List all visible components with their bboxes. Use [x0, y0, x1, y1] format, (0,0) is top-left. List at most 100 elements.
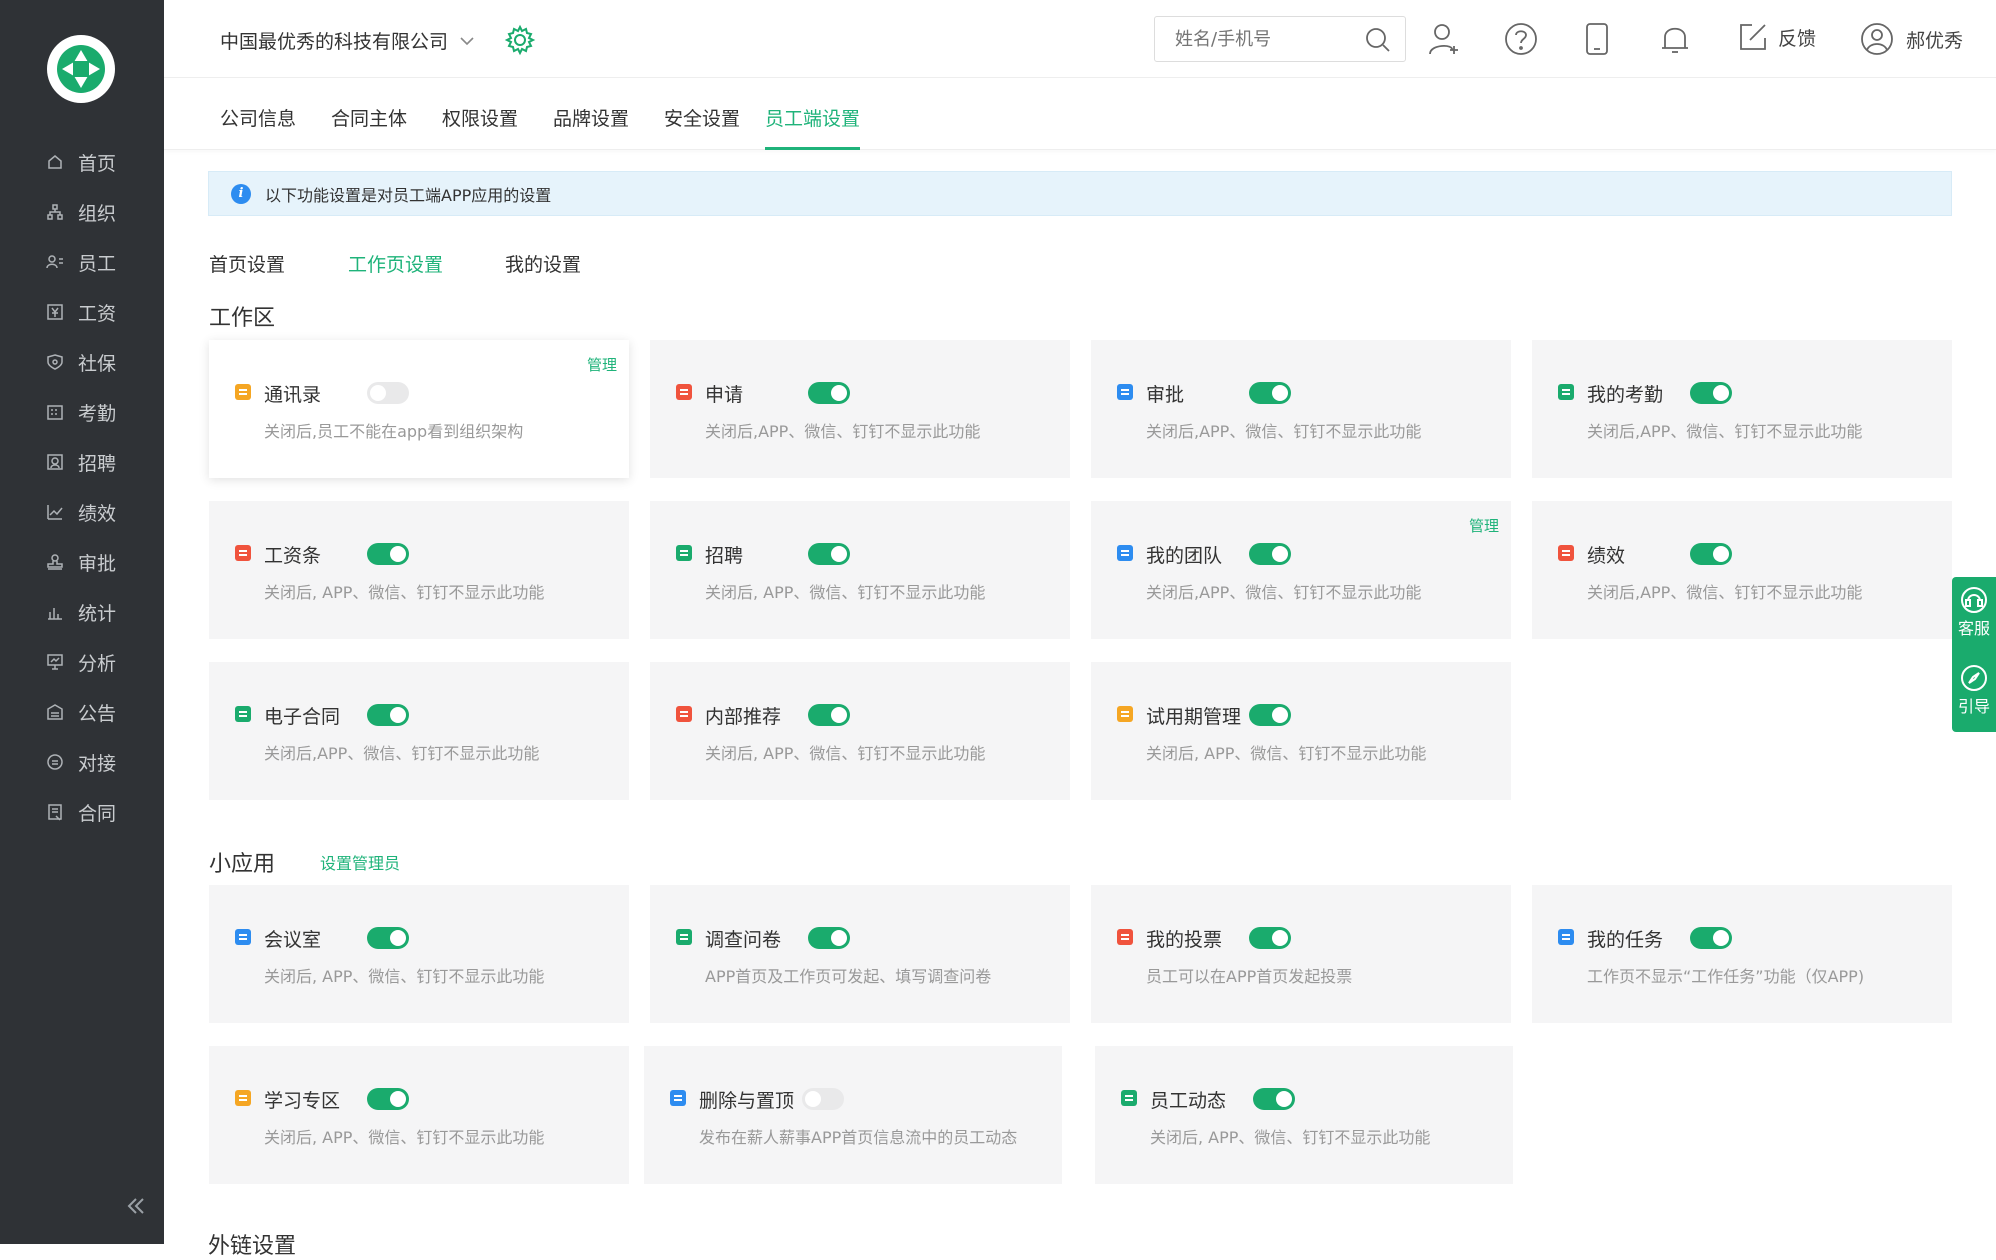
feature-toggle[interactable] [367, 704, 409, 726]
subtab-home-settings[interactable]: 首页设置 [209, 250, 285, 277]
mobile-icon[interactable] [1584, 22, 1610, 56]
tab-security[interactable]: 安全设置 [664, 104, 740, 150]
sidebar-item-2[interactable]: 组织 [0, 187, 164, 237]
set-admin-link[interactable]: 设置管理员 [320, 850, 400, 874]
feature-description: 关闭后, APP、微信、钉钉不显示此功能 [264, 1128, 545, 1147]
feature-description: 关闭后,APP、微信、钉钉不显示此功能 [1587, 583, 1863, 602]
tab-permissions[interactable]: 权限设置 [442, 104, 518, 150]
manage-link[interactable]: 管理 [1469, 515, 1499, 536]
customer-service-button[interactable]: 客服 [1952, 585, 1996, 639]
sidebar-item-14[interactable]: 合同 [0, 787, 164, 837]
user-add-icon[interactable] [1428, 22, 1460, 56]
feature-toggle[interactable] [367, 543, 409, 565]
shield-icon [47, 354, 63, 370]
feature-toggle[interactable] [808, 382, 850, 404]
tab-contract-entity[interactable]: 合同主体 [331, 104, 407, 150]
sidebar-item-label: 员工 [78, 252, 117, 275]
feature-description: 关闭后,APP、微信、钉钉不显示此功能 [1146, 422, 1422, 441]
survey-icon [676, 929, 692, 945]
feature-name: 电子合同 [264, 706, 341, 728]
feature-card: 电子合同关闭后,APP、微信、钉钉不显示此功能 [209, 662, 629, 800]
recruit-card-icon [676, 545, 692, 561]
collapse-sidebar-icon[interactable] [122, 1192, 150, 1220]
feature-toggle[interactable] [1690, 927, 1732, 949]
feature-toggle[interactable] [367, 382, 409, 404]
feature-card: 我的团队 关闭后,APP、微信、钉钉不显示此功能 管理 [1091, 501, 1511, 639]
feature-toggle[interactable] [1253, 1088, 1295, 1110]
gear-icon[interactable] [504, 24, 536, 56]
sidebar-item-9[interactable]: 审批 [0, 537, 164, 587]
sidebar-item-5[interactable]: 社保 [0, 337, 164, 387]
feature-description: 关闭后,APP、微信、钉钉不显示此功能 [264, 744, 540, 763]
sidebar-item-3[interactable]: 员工 [0, 237, 164, 287]
feature-toggle[interactable] [1690, 543, 1732, 565]
feature-name: 招聘 [705, 545, 744, 567]
bell-icon[interactable] [1660, 22, 1690, 56]
tab-brand[interactable]: 品牌设置 [553, 104, 629, 150]
guide-label: 引导 [1957, 697, 1990, 716]
feature-name: 我的团队 [1146, 545, 1223, 567]
subtab-my-settings[interactable]: 我的设置 [505, 250, 581, 277]
feature-toggle[interactable] [367, 927, 409, 949]
feature-name: 删除与置顶 [699, 1090, 795, 1112]
sidebar-item-label: 招聘 [78, 452, 117, 475]
user-menu[interactable]: 郝优秀 [1860, 22, 1963, 56]
guide-button[interactable]: 引导 [1952, 663, 1996, 717]
feature-toggle[interactable] [367, 1088, 409, 1110]
sidebar-item-1[interactable]: 首页 [0, 137, 164, 187]
tab-employee-settings[interactable]: 员工端设置 [765, 104, 861, 150]
feature-toggle[interactable] [1249, 382, 1291, 404]
sidebar-item-label: 对接 [78, 752, 117, 775]
payslip-icon [235, 545, 251, 561]
feature-description: 关闭后,APP、微信、钉钉不显示此功能 [1587, 422, 1863, 441]
feature-toggle[interactable] [808, 927, 850, 949]
contacts-icon [235, 384, 251, 400]
feature-toggle[interactable] [802, 1088, 844, 1110]
logo[interactable] [47, 35, 115, 103]
sidebar-item-8[interactable]: 绩效 [0, 487, 164, 537]
feature-description: 工作页不显示“工作任务”功能（仅APP) [1587, 967, 1865, 986]
sidebar-item-4[interactable]: 工资 [0, 287, 164, 337]
feature-toggle[interactable] [1249, 543, 1291, 565]
subtab-workpage-settings[interactable]: 工作页设置 [348, 250, 443, 277]
sidebar-item-13[interactable]: 对接 [0, 737, 164, 787]
e-contract-icon [235, 706, 251, 722]
miniapps-title: 小应用 [209, 852, 276, 877]
recruit-icon [47, 454, 63, 470]
location-icon [1558, 384, 1574, 400]
feature-card: 招聘 关闭后, APP、微信、钉钉不显示此功能 [650, 501, 1070, 639]
sidebar-item-6[interactable]: 考勤 [0, 387, 164, 437]
sidebar-item-10[interactable]: 统计 [0, 587, 164, 637]
feature-name: 审批 [1146, 384, 1185, 406]
company-switcher[interactable]: 中国最优秀的科技有限公司 [220, 27, 476, 54]
feature-toggle[interactable] [1249, 927, 1291, 949]
feature-name: 绩效 [1587, 545, 1626, 567]
search-input[interactable] [1155, 17, 1345, 61]
sidebar-item-7[interactable]: 招聘 [0, 437, 164, 487]
feature-description: 关闭后, APP、微信、钉钉不显示此功能 [264, 967, 545, 986]
feature-toggle[interactable] [1249, 704, 1291, 726]
search-icon[interactable] [1365, 27, 1391, 53]
feature-name: 员工动态 [1150, 1090, 1227, 1112]
feature-description: 员工可以在APP首页发起投票 [1146, 967, 1353, 986]
feature-toggle[interactable] [808, 543, 850, 565]
feature-name: 学习专区 [264, 1090, 341, 1112]
manage-link[interactable]: 管理 [587, 354, 617, 375]
sidebar-item-11[interactable]: 分析 [0, 637, 164, 687]
sidebar-item-label: 工资 [78, 302, 117, 325]
help-icon[interactable] [1504, 22, 1538, 56]
feature-description: APP首页及工作页可发起、填写调查问卷 [705, 967, 992, 986]
sidebar-item-label: 公告 [78, 702, 117, 725]
feature-card: 学习专区关闭后, APP、微信、钉钉不显示此功能 [209, 1046, 629, 1184]
tab-company-info[interactable]: 公司信息 [220, 104, 296, 150]
feature-toggle[interactable] [1690, 382, 1732, 404]
feature-toggle[interactable] [808, 704, 850, 726]
performance-icon [1558, 545, 1574, 561]
task-icon [1558, 929, 1574, 945]
info-icon: i [231, 183, 251, 204]
org-icon [47, 204, 63, 220]
sidebar-item-12[interactable]: 公告 [0, 687, 164, 737]
feature-card: 试用期管理 关闭后, APP、微信、钉钉不显示此功能 [1091, 662, 1511, 800]
sidebar-item-label: 首页 [78, 152, 117, 175]
feedback-button[interactable]: 反馈 [1738, 22, 1816, 52]
